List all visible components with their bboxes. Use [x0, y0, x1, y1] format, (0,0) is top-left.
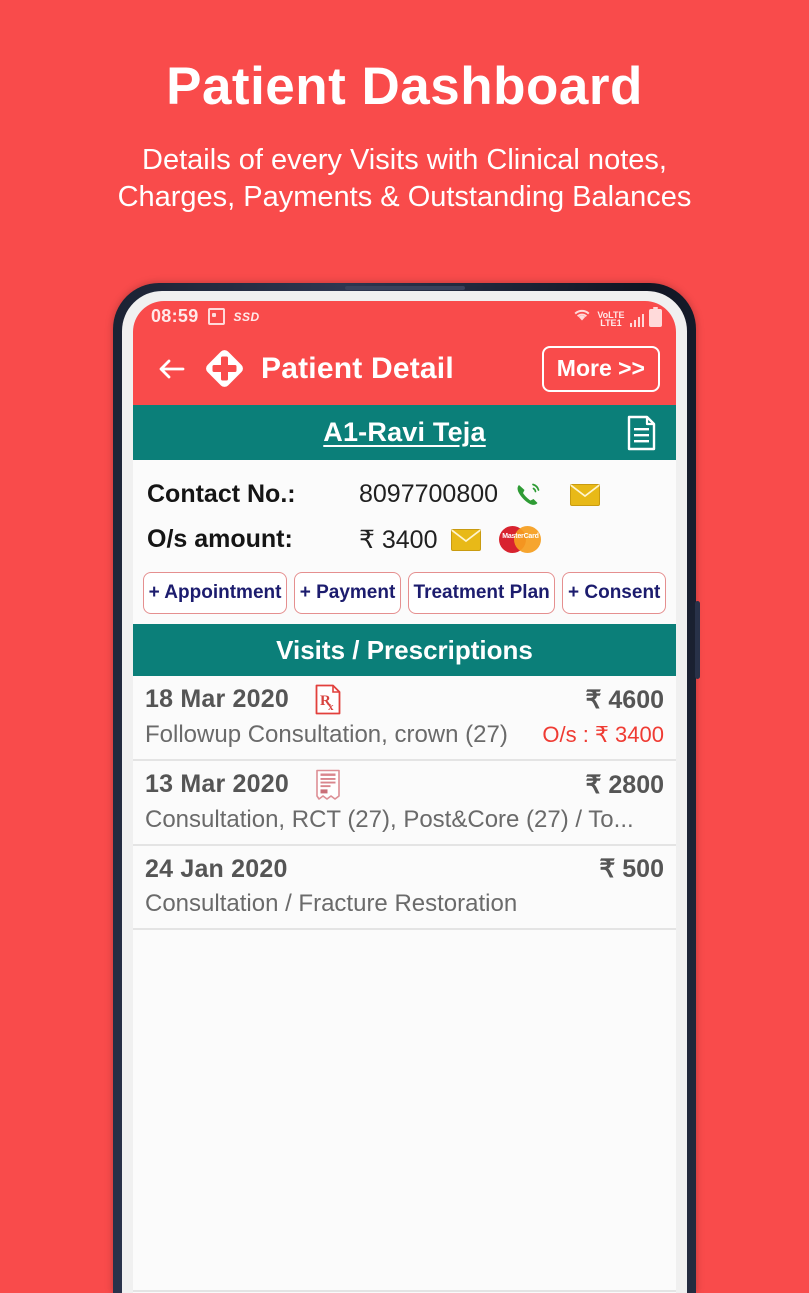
camera-icon: [207, 308, 225, 325]
table-row[interactable]: 24 Jan 2020 ₹ 500 Consultation / Fractur…: [133, 846, 676, 930]
visit-row-bottom: Followup Consultation, crown (27) O/s : …: [145, 721, 664, 749]
table-row[interactable]: 18 Mar 2020 R x ₹ 4600 Followup Consulta…: [133, 676, 676, 761]
visit-row-top: 13 Mar 2020 ₹ 2800: [145, 769, 664, 800]
more-button[interactable]: More >>: [541, 345, 660, 392]
status-time: 08:59: [151, 306, 199, 326]
mastercard-label: MasterCard: [502, 533, 539, 540]
add-appointment-button[interactable]: + Appointment: [143, 572, 288, 614]
back-arrow-icon[interactable]: [155, 352, 189, 386]
contact-row: Contact No.: 8097700800: [133, 472, 676, 517]
visit-description: Consultation, RCT (27), Post&Core (27) /…: [145, 806, 634, 833]
status-ssd-label: SSD: [233, 309, 260, 324]
visits-list-empty-area: [133, 930, 676, 1292]
envelope-icon[interactable]: [570, 483, 601, 506]
table-row[interactable]: 13 Mar 2020 ₹ 2800 Consultation, RCT (27…: [133, 761, 676, 846]
visit-date: 24 Jan 2020: [145, 854, 288, 883]
patient-name-link[interactable]: A1-Ravi Teja: [323, 417, 485, 448]
mastercard-icon[interactable]: MasterCard: [499, 526, 542, 553]
visits-section-header: Visits / Prescriptions: [133, 624, 676, 676]
contact-actions: [498, 481, 601, 509]
page-title: Patient Dashboard: [166, 57, 643, 116]
invoice-receipt-icon[interactable]: [315, 769, 341, 800]
phone-call-icon[interactable]: [514, 481, 542, 509]
outstanding-actions: MasterCard: [437, 526, 542, 553]
app-bar: Patient Detail More >>: [133, 332, 676, 405]
promo-subtitle-line-1: Details of every Visits with Clinical no…: [142, 144, 667, 177]
status-bar: 08:59 SSD VoLTE LTE1: [133, 301, 676, 332]
envelope-icon[interactable]: [451, 528, 482, 551]
visit-amount: ₹ 500: [599, 855, 664, 883]
patient-info-block: Contact No.: 8097700800 O/s amount: ₹ 34…: [133, 460, 676, 566]
quick-actions-bar: + Appointment + Payment Treatment Plan +…: [133, 566, 676, 624]
rx-prescription-icon[interactable]: R x: [315, 684, 341, 715]
volte-indicator: VoLTE LTE1: [597, 311, 624, 328]
treatment-plan-button[interactable]: Treatment Plan: [407, 572, 556, 614]
volte-bottom-label: LTE1: [600, 318, 622, 328]
medical-cross-diamond-icon: [201, 345, 248, 392]
outstanding-row: O/s amount: ₹ 3400 MasterCard: [133, 517, 676, 562]
patient-name-bar[interactable]: A1-Ravi Teja: [133, 405, 676, 460]
visit-date: 18 Mar 2020: [145, 685, 289, 713]
outstanding-label: O/s amount:: [147, 525, 293, 553]
status-bar-left: 08:59 SSD: [151, 306, 260, 327]
battery-icon: [649, 306, 662, 327]
add-payment-button[interactable]: + Payment: [294, 572, 401, 614]
contact-value: 8097700800: [359, 480, 499, 508]
visit-row-bottom: Consultation / Fracture Restoration: [145, 890, 664, 918]
app-bar-title: Patient Detail: [261, 351, 454, 385]
visit-row-bottom: Consultation, RCT (27), Post&Core (27) /…: [145, 806, 664, 834]
add-consent-button[interactable]: + Consent: [562, 572, 666, 614]
outstanding-value: ₹ 3400: [359, 525, 438, 554]
visit-row-top: 18 Mar 2020 R x ₹ 4600: [145, 684, 664, 715]
visit-amount: ₹ 4600: [585, 685, 664, 714]
visit-description: Consultation / Fracture Restoration: [145, 890, 518, 917]
promo-subtitle-line-2: Charges, Payments & Outstanding Balances: [117, 181, 692, 214]
status-bar-right: VoLTE LTE1: [572, 306, 662, 328]
phone-screen: 08:59 SSD VoLTE LTE1 Patient Detail More…: [133, 301, 676, 1293]
signal-bars-icon: [629, 313, 644, 327]
visit-date: 13 Mar 2020: [145, 770, 289, 798]
promo-header: Patient Dashboard Details of every Visit…: [0, 0, 809, 216]
svg-text:x: x: [328, 701, 334, 713]
promo-subtitle: Details of every Visits with Clinical no…: [75, 142, 735, 216]
phone-mockup: 08:59 SSD VoLTE LTE1 Patient Detail More…: [113, 283, 700, 1293]
visit-row-top: 24 Jan 2020 ₹ 500: [145, 854, 664, 884]
phone-earpiece: [344, 286, 465, 290]
wifi-icon: [572, 306, 592, 327]
visit-description: Followup Consultation, crown (27): [145, 721, 508, 748]
contact-label: Contact No.:: [147, 480, 296, 508]
phone-inner-frame: 08:59 SSD VoLTE LTE1 Patient Detail More…: [122, 291, 687, 1293]
visit-outstanding: O/s : ₹ 3400: [542, 722, 664, 747]
visits-list: 18 Mar 2020 R x ₹ 4600 Followup Consulta…: [133, 676, 676, 1292]
visit-amount: ₹ 2800: [585, 770, 664, 799]
document-notes-icon[interactable]: [626, 415, 657, 451]
phone-side-button[interactable]: [695, 601, 700, 679]
